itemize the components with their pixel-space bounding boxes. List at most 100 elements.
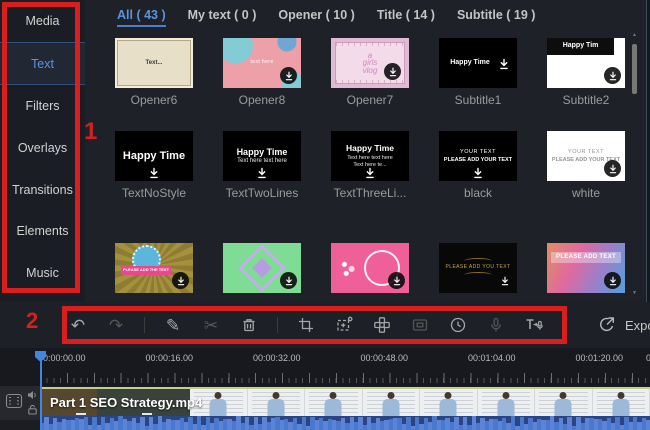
template-card-texttwolines: Happy TimeText here text here TextTwoLine…	[223, 131, 301, 200]
split-scissors-icon[interactable]: ✂	[201, 315, 221, 335]
template-thumbnail[interactable]: agirlsvlog	[331, 38, 409, 88]
template-card-white: YOUR TEXTPLEASE ADD YOUR TEXT white	[547, 131, 625, 200]
text-to-speech-icon[interactable]	[524, 315, 544, 335]
waveform-marker	[76, 413, 86, 415]
download-icon[interactable]	[280, 272, 297, 289]
template-name: Subtitle2	[547, 93, 625, 107]
video-clip[interactable]: Part 1 SEO Strategy.mp4	[40, 387, 650, 430]
tab-title[interactable]: Title ( 14 )	[377, 8, 435, 22]
clip-frame	[420, 389, 478, 416]
clip-frame	[593, 389, 650, 416]
template-card-subtitle1: Happy TimeSubtitle1	[439, 38, 517, 107]
undo-icon[interactable]: ↶	[68, 315, 88, 335]
template-thumbnail[interactable]: Happy TimeText here text here	[223, 131, 301, 181]
template-card-opener7: agirlsvlog Opener7	[331, 38, 409, 107]
template-card-subtitle2: Happy Tim Subtitle2	[547, 38, 625, 107]
sidebar-item-text[interactable]: Text	[0, 42, 85, 86]
sidebar-item-transitions[interactable]: Transitions	[0, 169, 85, 211]
delete-trash-icon[interactable]	[239, 315, 259, 335]
sidebar: MediaTextFiltersOverlaysTransitionsEleme…	[0, 0, 85, 302]
record-voiceover-mic-icon[interactable]	[486, 315, 506, 335]
template-name: white	[547, 186, 625, 200]
tab-opener[interactable]: Opener ( 10 )	[278, 8, 354, 22]
download-icon[interactable]	[148, 166, 160, 178]
template-card-textthreeli: Happy TimeText here text hereText here t…	[331, 131, 409, 200]
template-thumbnail[interactable]: YOUR TEXTPLEASE ADD YOUR TEXT	[439, 131, 517, 181]
lock-track-icon[interactable]	[27, 404, 38, 415]
split-screen-icon[interactable]	[372, 315, 392, 335]
template-thumbnail[interactable]: PLEASE ADD THE TEXT	[115, 243, 193, 293]
export-button[interactable]: Export	[596, 302, 650, 348]
speed-clock-icon[interactable]	[448, 315, 468, 335]
export-label: Export	[625, 318, 650, 333]
template-preview-text: PLEASE ADD THE TEXT	[121, 266, 171, 275]
category-tabs: All ( 43 ) My text ( 0 ) Opener ( 10 ) Titl…	[117, 8, 535, 22]
scrollbar-thumb[interactable]	[632, 44, 637, 94]
edit-text-icon[interactable]: ✎	[163, 315, 183, 335]
redo-icon[interactable]: ↷	[106, 315, 126, 335]
template-card-opener8: text here Opener8	[223, 38, 301, 107]
ruler-timestamp: 00:00:48.00	[361, 353, 409, 363]
template-thumbnail[interactable]: text here	[223, 38, 301, 88]
ruler-label-partial: 0	[646, 353, 650, 363]
clip-frame	[535, 389, 593, 416]
template-thumbnail[interactable]: YOUR TEXTPLEASE ADD YOUR TEXT	[547, 131, 625, 181]
timeline-ruler[interactable]: 00:00:00.0000:00:16.0000:00:32.0000:00:4…	[0, 348, 650, 386]
template-thumbnail[interactable]: PLEASE ADD YOU TEXT	[439, 243, 517, 293]
sidebar-item-elements[interactable]: Elements	[0, 210, 85, 252]
tab-subtitle[interactable]: Subtitle ( 19 )	[457, 8, 535, 22]
tab-all[interactable]: All ( 43 )	[117, 8, 166, 22]
template-name: black	[439, 186, 517, 200]
clip-filmstrip	[190, 389, 650, 416]
scroll-down-icon[interactable]: ▼	[631, 290, 638, 296]
sidebar-item-media[interactable]: Media	[0, 0, 85, 42]
download-icon[interactable]	[172, 272, 189, 289]
video-editor-window: MediaTextFiltersOverlaysTransitionsEleme…	[0, 0, 650, 430]
template-card: PLEASE ADD TEXT	[547, 243, 625, 293]
download-icon[interactable]	[496, 272, 513, 289]
export-share-icon	[596, 314, 618, 336]
download-icon[interactable]	[388, 272, 405, 289]
download-icon[interactable]	[498, 57, 510, 69]
template-thumbnail[interactable]: Happy TimeText here text hereText here t…	[331, 131, 409, 181]
sidebar-item-filters[interactable]: Filters	[0, 85, 85, 127]
template-thumbnail[interactable]	[223, 243, 301, 293]
template-thumbnail[interactable]	[331, 243, 409, 293]
template-thumbnail[interactable]: Happy Time	[439, 38, 517, 88]
scrollbar[interactable]: ▲ ▼	[631, 32, 638, 296]
download-icon[interactable]	[604, 272, 621, 289]
download-icon[interactable]	[280, 67, 297, 84]
playhead-line	[40, 352, 42, 430]
download-icon[interactable]	[604, 160, 621, 177]
template-name: Opener8	[223, 93, 301, 107]
download-icon[interactable]	[256, 166, 268, 178]
ruler-timestamp: 00:00:32.00	[253, 353, 301, 363]
template-thumbnail[interactable]: Text...	[115, 38, 193, 88]
download-icon[interactable]	[604, 67, 621, 84]
template-name: TextThreeLi...	[331, 186, 409, 200]
clip-name: Part 1 SEO Strategy.mp4	[50, 395, 202, 410]
clip-frame	[478, 389, 536, 416]
scroll-up-icon[interactable]: ▲	[631, 32, 638, 38]
mute-speaker-icon[interactable]	[27, 390, 38, 400]
download-icon[interactable]	[364, 166, 376, 178]
sidebar-item-overlays[interactable]: Overlays	[0, 127, 85, 169]
template-preview-text: PLEASE ADD TEXT	[551, 252, 621, 263]
template-thumbnail[interactable]: Happy Time	[115, 131, 193, 181]
tab-my[interactable]: My text ( 0 )	[188, 8, 257, 22]
clip-frame	[248, 389, 306, 416]
template-preview-text: Happy Tim	[547, 38, 614, 55]
template-preview-text: Text...	[115, 38, 193, 88]
download-icon[interactable]	[472, 166, 484, 178]
motion-tracking-icon[interactable]	[334, 315, 354, 335]
template-name: TextTwoLines	[223, 186, 301, 200]
crop-icon[interactable]	[296, 315, 316, 335]
sidebar-item-music[interactable]: Music	[0, 252, 85, 294]
template-name: Opener7	[331, 93, 409, 107]
template-thumbnail[interactable]: PLEASE ADD TEXT	[547, 243, 625, 293]
download-icon[interactable]	[384, 63, 401, 80]
green-screen-icon[interactable]	[410, 315, 430, 335]
template-thumbnail[interactable]: Happy Tim	[547, 38, 625, 88]
templates-panel: All ( 43 ) My text ( 0 ) Opener ( 10 ) Titl…	[85, 0, 647, 303]
timeline-toolbar: ↶ ↷ ✎ ✂	[0, 302, 650, 348]
